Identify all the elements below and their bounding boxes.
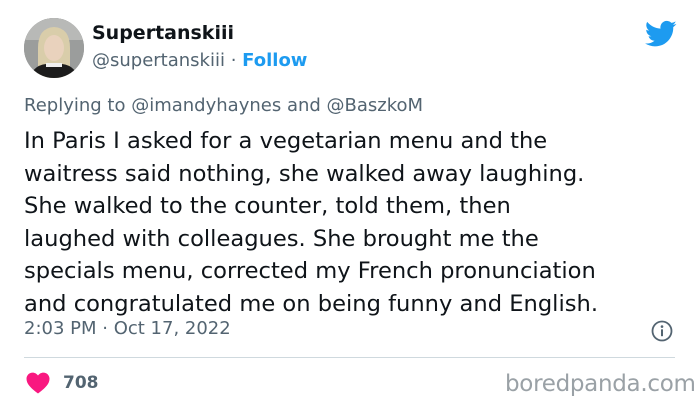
divider	[24, 357, 675, 358]
like-count: 708	[63, 373, 99, 393]
info-icon[interactable]	[651, 320, 673, 342]
mention-link-2[interactable]: @BaszkoM	[327, 95, 424, 116]
tweet-text-line: waitress said nothing, she walked away l…	[24, 160, 585, 187]
replying-to-line: Replying to @imandyhaynes and @BaszkoM	[24, 95, 423, 116]
author-handle[interactable]: @supertanskiii	[92, 50, 225, 71]
author-handle-line: @supertanskiii · Follow	[92, 50, 307, 71]
tweet-text: In Paris I asked for a vegetarian menu a…	[24, 125, 684, 320]
tweet-text-line: specials menu, corrected my French pronu…	[24, 258, 596, 284]
tweet-date: Oct 17, 2022	[113, 318, 231, 339]
tweet-text-line: and congratulated me on being funny and …	[24, 290, 599, 317]
tweet-timestamp[interactable]: 2:03 PM · Oct 17, 2022	[24, 318, 231, 339]
author-display-name[interactable]: Supertanskiii	[92, 22, 234, 44]
replying-to-conjunction: and	[281, 95, 327, 116]
tweet-text-line: In Paris I asked for a vegetarian menu a…	[24, 128, 548, 154]
avatar[interactable]	[24, 18, 84, 78]
handle-separator: ·	[225, 50, 243, 71]
mention-link-1[interactable]: @imandyhaynes	[131, 95, 281, 116]
watermark: boredpanda.com	[505, 371, 696, 397]
tweet-text-line: laughed with colleagues. She brought me …	[24, 225, 539, 252]
timestamp-separator: ·	[96, 318, 114, 339]
tweet-time: 2:03 PM	[24, 318, 97, 339]
like-button[interactable]: 708	[26, 372, 99, 394]
twitter-bird-icon[interactable]	[645, 20, 677, 48]
replying-to-prefix: Replying to	[24, 95, 132, 116]
heart-icon	[26, 372, 50, 394]
follow-button[interactable]: Follow	[242, 50, 307, 71]
tweet-text-line: She walked to the counter, told them, th…	[24, 193, 511, 219]
